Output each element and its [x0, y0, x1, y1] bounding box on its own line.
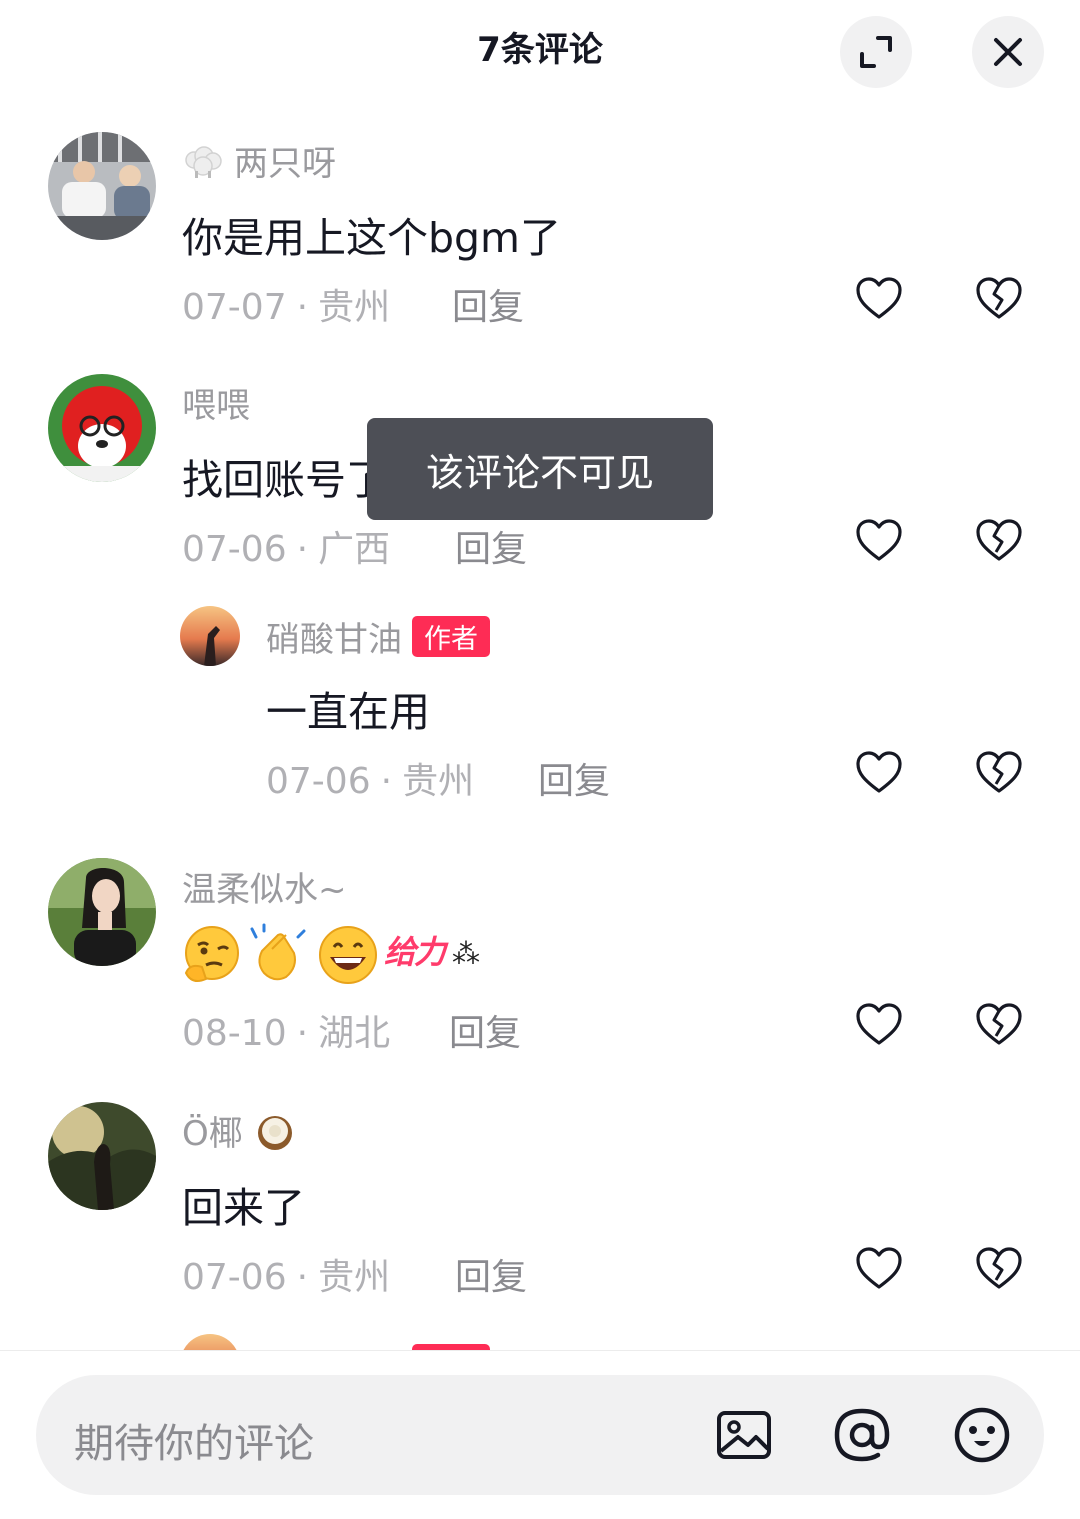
close-icon: [994, 38, 1022, 66]
expand-button[interactable]: [840, 16, 912, 88]
name-text: 硝酸甘油: [266, 620, 402, 660]
heart-icon[interactable]: [854, 1000, 904, 1050]
sparkle-icon: ⁂: [452, 937, 480, 970]
comment-date: 07-06: [182, 1257, 287, 1298]
broken-heart-icon[interactable]: [974, 1244, 1024, 1294]
heart-icon[interactable]: [854, 748, 904, 798]
sheep-emoji-icon: [185, 145, 222, 178]
comment-input[interactable]: 期待你的评论: [36, 1375, 1044, 1495]
coconut-emoji-icon: [257, 1115, 292, 1150]
comment-author-name[interactable]: 温柔似水~: [182, 862, 347, 911]
comment-text: 回来了: [182, 1184, 305, 1232]
expand-icon: [860, 36, 892, 68]
name-text: 硝酸甘油: [266, 1340, 402, 1350]
broken-heart-icon[interactable]: [974, 274, 1024, 324]
comment-author-name[interactable]: 硝酸甘油 作者: [266, 612, 490, 661]
avatar[interactable]: [180, 1334, 240, 1350]
comment-location: 贵州: [318, 287, 391, 328]
comment-date: 08-10: [182, 1013, 287, 1054]
avatar[interactable]: [48, 132, 156, 240]
name-text: 温柔似水~: [182, 870, 347, 910]
comment-date: 07-06: [266, 761, 371, 802]
comment-text: 一直在用: [266, 688, 430, 736]
comment-location: 贵州: [318, 1257, 391, 1298]
broken-heart-icon[interactable]: [974, 1000, 1024, 1050]
comment-text: 你是用上这个bgm了: [182, 214, 561, 262]
broken-heart-icon[interactable]: [974, 516, 1024, 566]
thinking-face-emoji: [184, 926, 239, 982]
avatar[interactable]: [48, 1102, 156, 1210]
comment-date: 07-06: [182, 529, 287, 570]
reply-button[interactable]: 回复: [452, 278, 524, 330]
grinning-face-emoji: [319, 926, 377, 984]
at-mention-icon[interactable]: [832, 1405, 892, 1465]
broken-heart-icon[interactable]: [974, 748, 1024, 798]
heart-icon[interactable]: [854, 516, 904, 566]
author-badge: 作者: [412, 616, 490, 657]
sticker-geili: 给力 ⁂: [384, 923, 494, 987]
comment-author-name[interactable]: 硝酸甘油 作者: [266, 1340, 490, 1350]
reply-button[interactable]: 回复: [455, 1248, 527, 1300]
heart-icon[interactable]: [854, 274, 904, 324]
comment-meta: 07-06 · 贵州: [182, 1257, 391, 1298]
comments-header: 7条评论: [0, 0, 1080, 96]
comment-meta: 07-06 · 广西: [182, 529, 391, 570]
avatar[interactable]: [180, 606, 240, 666]
comment-meta: 08-10 · 湖北: [182, 1013, 391, 1054]
reply-button[interactable]: 回复: [455, 520, 527, 572]
image-icon[interactable]: [714, 1405, 774, 1465]
sticker-text: 给力: [384, 933, 446, 971]
toast-message: 该评论不可见: [367, 418, 713, 520]
comment-location: 广西: [318, 529, 391, 570]
reply-button[interactable]: 回复: [449, 1004, 521, 1056]
avatar[interactable]: [48, 374, 156, 482]
comment-location: 贵州: [402, 761, 475, 802]
comment-author-name[interactable]: 两只呀: [182, 136, 336, 185]
clapping-hands-emoji: [250, 923, 306, 981]
emoji-row: 给力 ⁂: [180, 920, 494, 990]
input-placeholder: 期待你的评论: [74, 1421, 314, 1467]
comment-meta: 07-07 · 贵州: [182, 287, 391, 328]
emoji-face-icon[interactable]: [952, 1405, 1012, 1465]
name-text: Ö椰: [182, 1114, 243, 1154]
comment-author-name[interactable]: 喂喂: [182, 378, 250, 427]
comment-author-name[interactable]: Ö椰: [182, 1106, 297, 1155]
name-text: 两只呀: [234, 144, 336, 184]
comment-count-title: 7条评论: [477, 30, 603, 70]
heart-icon[interactable]: [854, 1244, 904, 1294]
name-text: 喂喂: [182, 386, 250, 426]
comment-input-bar: 期待你的评论: [0, 1350, 1080, 1519]
close-button[interactable]: [972, 16, 1044, 88]
comment-meta: 07-06 · 贵州: [266, 761, 475, 802]
comment-list[interactable]: 两只呀 你是用上这个bgm了 07-07 · 贵州 回复 喂喂 找回账号了？ 0…: [0, 96, 1080, 1350]
avatar[interactable]: [48, 858, 156, 966]
comment-location: 湖北: [318, 1013, 391, 1054]
comment-date: 07-07: [182, 287, 287, 328]
reply-button[interactable]: 回复: [538, 752, 610, 804]
